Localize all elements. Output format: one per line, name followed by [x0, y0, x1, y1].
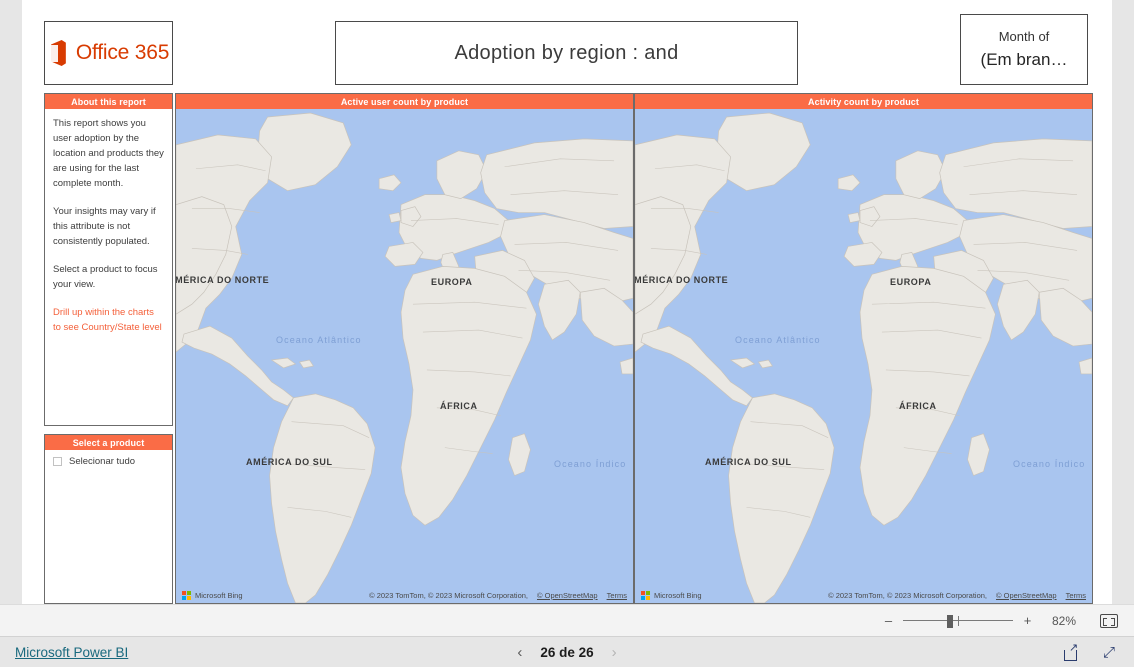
select-a-product-panel: Select a product Selecionar tudo: [44, 434, 173, 604]
office365-logo: Office 365: [48, 40, 169, 66]
zoom-toolbar: – + 82%: [0, 604, 1134, 636]
fullscreen-icon[interactable]: ⤢: [1103, 644, 1120, 661]
activity-count-map-panel[interactable]: Activity count by product AMÉRICA DO NOR…: [634, 93, 1093, 604]
product-slicer-item-label: Selecionar tudo: [69, 456, 136, 467]
page-navigation: ‹ 26 de 26 ›: [517, 645, 616, 660]
month-slicer-value[interactable]: (Em bran…: [981, 50, 1068, 70]
about-this-report-panel: About this report This report shows you …: [44, 93, 173, 426]
world-map-graphic: [176, 112, 633, 603]
office365-logo-text: Office 365: [75, 41, 170, 64]
month-slicer[interactable]: Month of (Em bran…: [960, 14, 1088, 85]
previous-page-icon[interactable]: ‹: [517, 645, 522, 660]
activity-count-map-body[interactable]: AMÉRICA DO NORTE EUROPA ÁFRICA AMÉRICA D…: [635, 109, 1092, 603]
checkbox-icon[interactable]: [53, 457, 62, 466]
month-slicer-label: Month of: [998, 29, 1050, 44]
zoom-out-button[interactable]: –: [883, 614, 894, 627]
activity-count-map-title: Activity count by product: [635, 94, 1092, 109]
map-surface[interactable]: AMÉRICA DO NORTE EUROPA ÁFRICA AMÉRICA D…: [176, 109, 633, 603]
product-panel-body: Selecionar tudo: [45, 450, 172, 603]
page-indicator: 26 de 26: [540, 644, 594, 660]
status-bar-actions: ↗ ⤢: [1064, 642, 1120, 661]
canvas-area: Office 365 Adoption by region : and Mont…: [0, 0, 1134, 604]
office365-logo-box: Office 365: [44, 21, 173, 85]
report-canvas: Office 365 Adoption by region : and Mont…: [22, 0, 1112, 604]
microsoft-power-bi-link[interactable]: Microsoft Power BI: [15, 645, 128, 660]
about-drill-up-note: Drill up within the charts to see Countr…: [53, 307, 162, 333]
world-map-graphic: [635, 112, 1092, 603]
report-title-box: Adoption by region : and: [335, 21, 798, 85]
status-bar: Microsoft Power BI ‹ 26 de 26 › ↗ ⤢: [0, 636, 1134, 667]
zoom-slider-tick: [958, 615, 959, 626]
zoom-slider-thumb[interactable]: [947, 614, 953, 628]
about-paragraph-3: Select a product to focus your view.: [53, 264, 158, 290]
fit-to-page-icon[interactable]: [1100, 613, 1118, 628]
office-document-icon: [48, 40, 69, 66]
about-panel-body: This report shows you user adoption by t…: [45, 109, 172, 425]
active-user-count-map-panel[interactable]: Active user count by product AMÉRICA DO …: [175, 93, 634, 604]
power-bi-report-viewer: Office 365 Adoption by region : and Mont…: [0, 0, 1134, 667]
product-panel-title: Select a product: [45, 435, 172, 450]
next-page-icon[interactable]: ›: [612, 645, 617, 660]
share-icon[interactable]: ↗: [1064, 642, 1081, 661]
product-slicer-item-select-all[interactable]: Selecionar tudo: [51, 455, 166, 468]
zoom-percentage: 82%: [1051, 613, 1076, 628]
zoom-slider[interactable]: [903, 614, 1013, 628]
about-paragraph-2: Your insights may vary if this attribute…: [53, 206, 156, 247]
zoom-in-button[interactable]: +: [1022, 614, 1033, 627]
active-user-count-map-body[interactable]: AMÉRICA DO NORTE EUROPA ÁFRICA AMÉRICA D…: [176, 109, 633, 603]
active-user-count-map-title: Active user count by product: [176, 94, 633, 109]
map-surface[interactable]: AMÉRICA DO NORTE EUROPA ÁFRICA AMÉRICA D…: [635, 109, 1092, 603]
zoom-control-group: – + 82%: [883, 613, 1118, 628]
page-title: Adoption by region : and: [454, 41, 679, 64]
about-paragraph-1: This report shows you user adoption by t…: [53, 118, 164, 189]
about-panel-title: About this report: [45, 94, 172, 109]
